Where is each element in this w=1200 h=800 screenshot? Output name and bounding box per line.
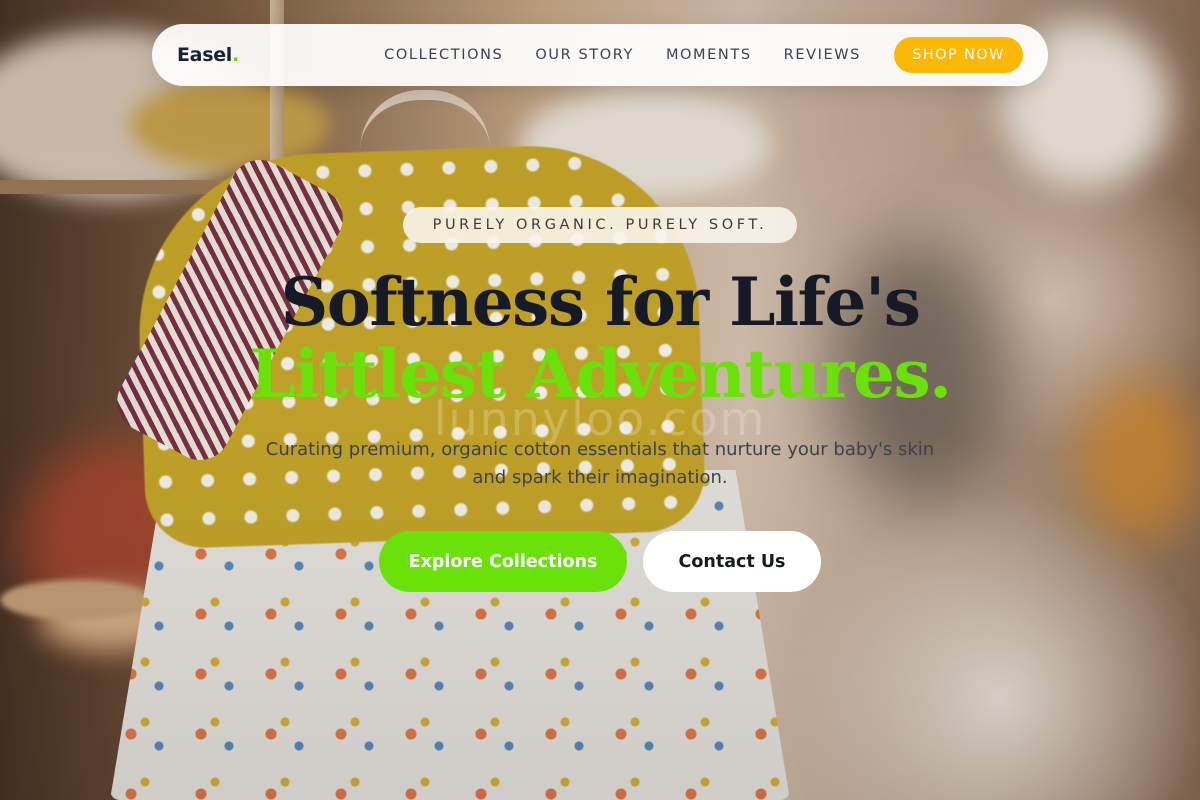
contact-us-button[interactable]: Contact Us	[643, 531, 821, 592]
nav-link-moments[interactable]: MOMENTS	[666, 47, 752, 63]
hero-headline: Softness for Life's Littlest Adventures.	[0, 266, 1200, 410]
logo-dot: .	[232, 44, 239, 66]
logo-text: Easel	[177, 44, 233, 66]
top-navbar: Easel. COLLECTIONS OUR STORY MOMENTS REV…	[152, 24, 1048, 86]
headline-line-1: Softness for Life's	[280, 263, 921, 341]
hero-subtitle: Curating premium, organic cotton essenti…	[265, 439, 935, 488]
hero-badge: PURELY ORGANIC. PURELY SOFT.	[403, 207, 797, 243]
nav-link-reviews[interactable]: REVIEWS	[784, 47, 861, 63]
shop-now-button[interactable]: SHOP NOW	[894, 37, 1023, 73]
brand-logo[interactable]: Easel.	[177, 44, 239, 66]
headline-line-2: Littlest Adventures.	[249, 335, 952, 413]
nav-link-our-story[interactable]: OUR STORY	[535, 47, 634, 63]
nav-links: COLLECTIONS OUR STORY MOMENTS REVIEWS	[384, 47, 861, 63]
nav-link-collections[interactable]: COLLECTIONS	[384, 47, 503, 63]
explore-collections-button[interactable]: Explore Collections	[379, 531, 627, 592]
